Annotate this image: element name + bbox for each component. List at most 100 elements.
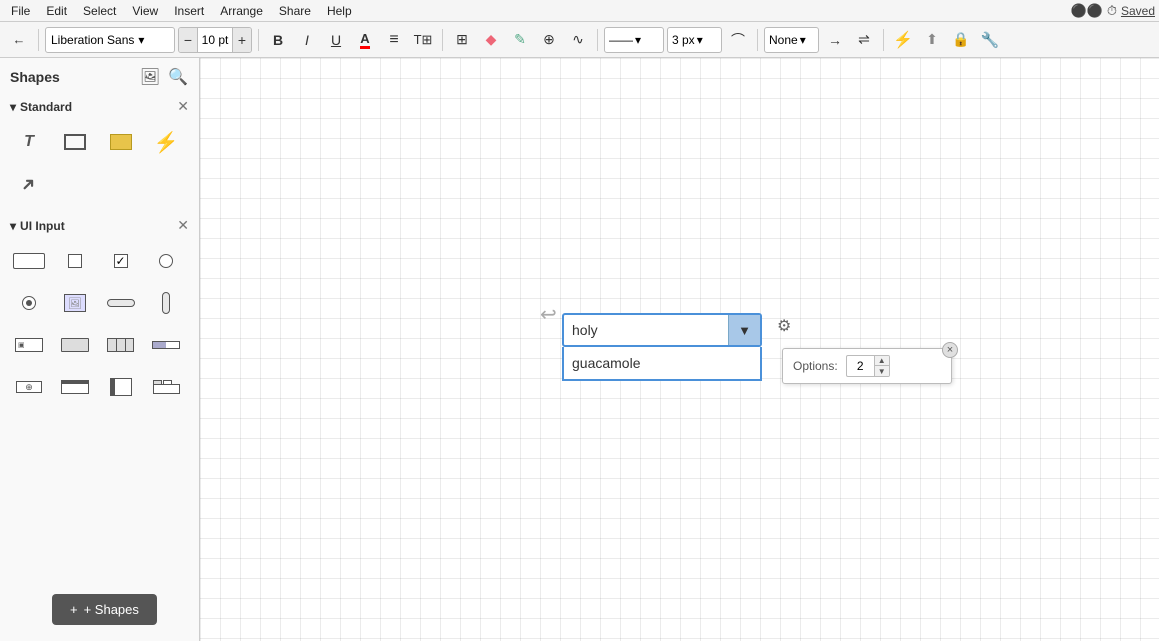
options-close-button[interactable]: × — [942, 342, 958, 358]
add-shapes-button[interactable]: + + Shapes — [52, 594, 157, 625]
add-shapes-label: + Shapes — [84, 602, 139, 617]
sidebar-search-button[interactable]: 🔍 — [167, 66, 189, 88]
menu-share[interactable]: Share — [272, 2, 318, 20]
shape-button-group[interactable] — [102, 326, 140, 364]
section-standard-close-button[interactable]: ✕ — [177, 98, 189, 115]
options-spin-down-button[interactable]: ▼ — [875, 366, 889, 377]
font-color-button[interactable]: A — [352, 27, 378, 53]
tabs-shape-icon — [153, 380, 180, 394]
font-family-arrow-icon: ▾ — [138, 33, 144, 47]
fill-color-button[interactable]: ◆ — [478, 27, 504, 53]
toolbar-separator-6 — [883, 29, 884, 51]
arrow-mid-button[interactable]: ⇌ — [851, 27, 877, 53]
menu-help[interactable]: Help — [320, 2, 359, 20]
section-uiinput-header[interactable]: ▾ UI Input ✕ — [0, 211, 199, 238]
options-spin-up-button[interactable]: ▲ — [875, 355, 889, 366]
progress-shape-icon — [152, 341, 180, 349]
title-bar-shape-icon — [61, 380, 89, 394]
text-format-icon: T⊞ — [414, 32, 433, 48]
font-size-decrease-button[interactable]: − — [179, 27, 197, 53]
shape-checkbox[interactable] — [56, 242, 94, 280]
shape-title-bar[interactable] — [56, 368, 94, 406]
scrollbar-v-shape-icon — [162, 292, 170, 314]
bold-button[interactable]: B — [265, 27, 291, 53]
section-uiinput-title: ▾ UI Input — [10, 219, 65, 233]
options-number-value[interactable]: 2 — [847, 355, 875, 377]
shape-progress[interactable] — [147, 326, 185, 364]
menu-select[interactable]: Select — [76, 2, 123, 20]
sidebar-header: Shapes 🖼 🔍 — [0, 58, 199, 92]
connection-style-select[interactable]: None ▾ — [764, 27, 819, 53]
menu-bar: File Edit Select View Insert Arrange Sha… — [0, 0, 1159, 22]
shape-zoom-ctrl[interactable]: ⊕ — [10, 368, 48, 406]
sidebar-image-button[interactable]: 🖼 — [139, 66, 161, 88]
nav-back-button[interactable]: ← — [6, 27, 32, 53]
font-size-value[interactable]: 10 pt — [197, 27, 233, 53]
shape-button[interactable] — [56, 326, 94, 364]
line-color-button[interactable]: ✎ — [507, 27, 533, 53]
section-standard-header[interactable]: ▾ Standard ✕ — [0, 92, 199, 119]
shape-label-box[interactable]: ▣ — [10, 326, 48, 364]
toolbar-separator-1 — [38, 29, 39, 51]
label-box-shape-icon: ▣ — [15, 338, 43, 352]
insert-shapes-button[interactable]: ⊞ — [449, 27, 475, 53]
menu-insert[interactable]: Insert — [167, 2, 211, 20]
align-button[interactable]: ≡ — [381, 27, 407, 53]
timer-icon: ⏱ — [1107, 3, 1117, 19]
canvas-dropdown-widget: holy ▼ guacamole — [562, 313, 762, 381]
waypoint-button[interactable]: ∿ — [565, 27, 591, 53]
checkbox-checked-shape-icon: ✓ — [114, 254, 128, 268]
dropdown-main[interactable]: holy ▼ — [562, 313, 762, 347]
shape-scrollbar-v[interactable] — [147, 284, 185, 322]
toolbar-separator-4 — [597, 29, 598, 51]
dropdown-arrow-button[interactable]: ▼ — [728, 314, 760, 346]
arrow-start-button[interactable]: → — [822, 27, 848, 53]
lock-button[interactable]: 🔒 — [948, 27, 974, 53]
toolbar-separator-5 — [757, 29, 758, 51]
section-standard-title: ▾ Standard — [10, 100, 72, 114]
conn-value: None — [769, 33, 798, 47]
input-field-shape-icon — [13, 253, 45, 269]
shape-lightning[interactable]: ⚡ — [147, 123, 185, 161]
shape-arrow[interactable]: ➜ — [10, 165, 48, 203]
shape-image-box[interactable]: 🖼 — [56, 284, 94, 322]
underline-button[interactable]: U — [323, 27, 349, 53]
shape-text[interactable]: T — [10, 123, 48, 161]
dropdown-open-item[interactable]: guacamole — [562, 347, 762, 381]
undo-arrow-icon[interactable]: ↩ — [540, 302, 557, 327]
shape-radio[interactable] — [147, 242, 185, 280]
canvas[interactable]: ↩ holy ▼ guacamole ⚙ × Options: 2 ▲ — [200, 58, 1159, 641]
line-style-select[interactable]: —— ▾ — [604, 27, 664, 53]
share-button[interactable]: ⬆ — [919, 27, 945, 53]
menu-arrange[interactable]: Arrange — [213, 2, 270, 20]
line-width-arrow-icon: ▾ — [697, 33, 703, 47]
shape-checkbox-checked[interactable]: ✓ — [102, 242, 140, 280]
section-standard-arrow-icon: ▾ — [10, 100, 16, 114]
curve-button[interactable]: ⌒ — [725, 27, 751, 53]
shape-input-field[interactable] — [10, 242, 48, 280]
font-color-icon: A — [360, 31, 369, 49]
menu-view[interactable]: View — [125, 2, 165, 20]
shape-scrollbar-h[interactable] — [102, 284, 140, 322]
shape-panel[interactable] — [102, 368, 140, 406]
italic-button[interactable]: I — [294, 27, 320, 53]
shape-rectangle[interactable] — [56, 123, 94, 161]
lightning-shape-icon: ⚡ — [154, 130, 179, 155]
section-uiinput-close-button[interactable]: ✕ — [177, 217, 189, 234]
line-width-select[interactable]: 3 px ▾ — [667, 27, 722, 53]
gear-button[interactable]: ⚙ — [777, 316, 791, 336]
shape-rectangle-filled[interactable] — [102, 123, 140, 161]
menu-file[interactable]: File — [4, 2, 37, 20]
font-size-increase-button[interactable]: + — [233, 27, 251, 53]
power-button[interactable]: ⚡ — [890, 27, 916, 53]
font-family-select[interactable]: Liberation Sans ▾ — [45, 27, 175, 53]
text-format-button[interactable]: T⊞ — [410, 27, 436, 53]
shape-tabs[interactable] — [147, 368, 185, 406]
connection-button[interactable]: ⊕ — [536, 27, 562, 53]
menu-edit[interactable]: Edit — [39, 2, 74, 20]
wrench-button[interactable]: 🔧 — [977, 27, 1003, 53]
dropdown-option-text: guacamole — [572, 355, 641, 371]
toolbar-separator-2 — [258, 29, 259, 51]
options-value-control: 2 ▲ ▼ — [846, 355, 890, 377]
shape-radio-selected[interactable] — [10, 284, 48, 322]
